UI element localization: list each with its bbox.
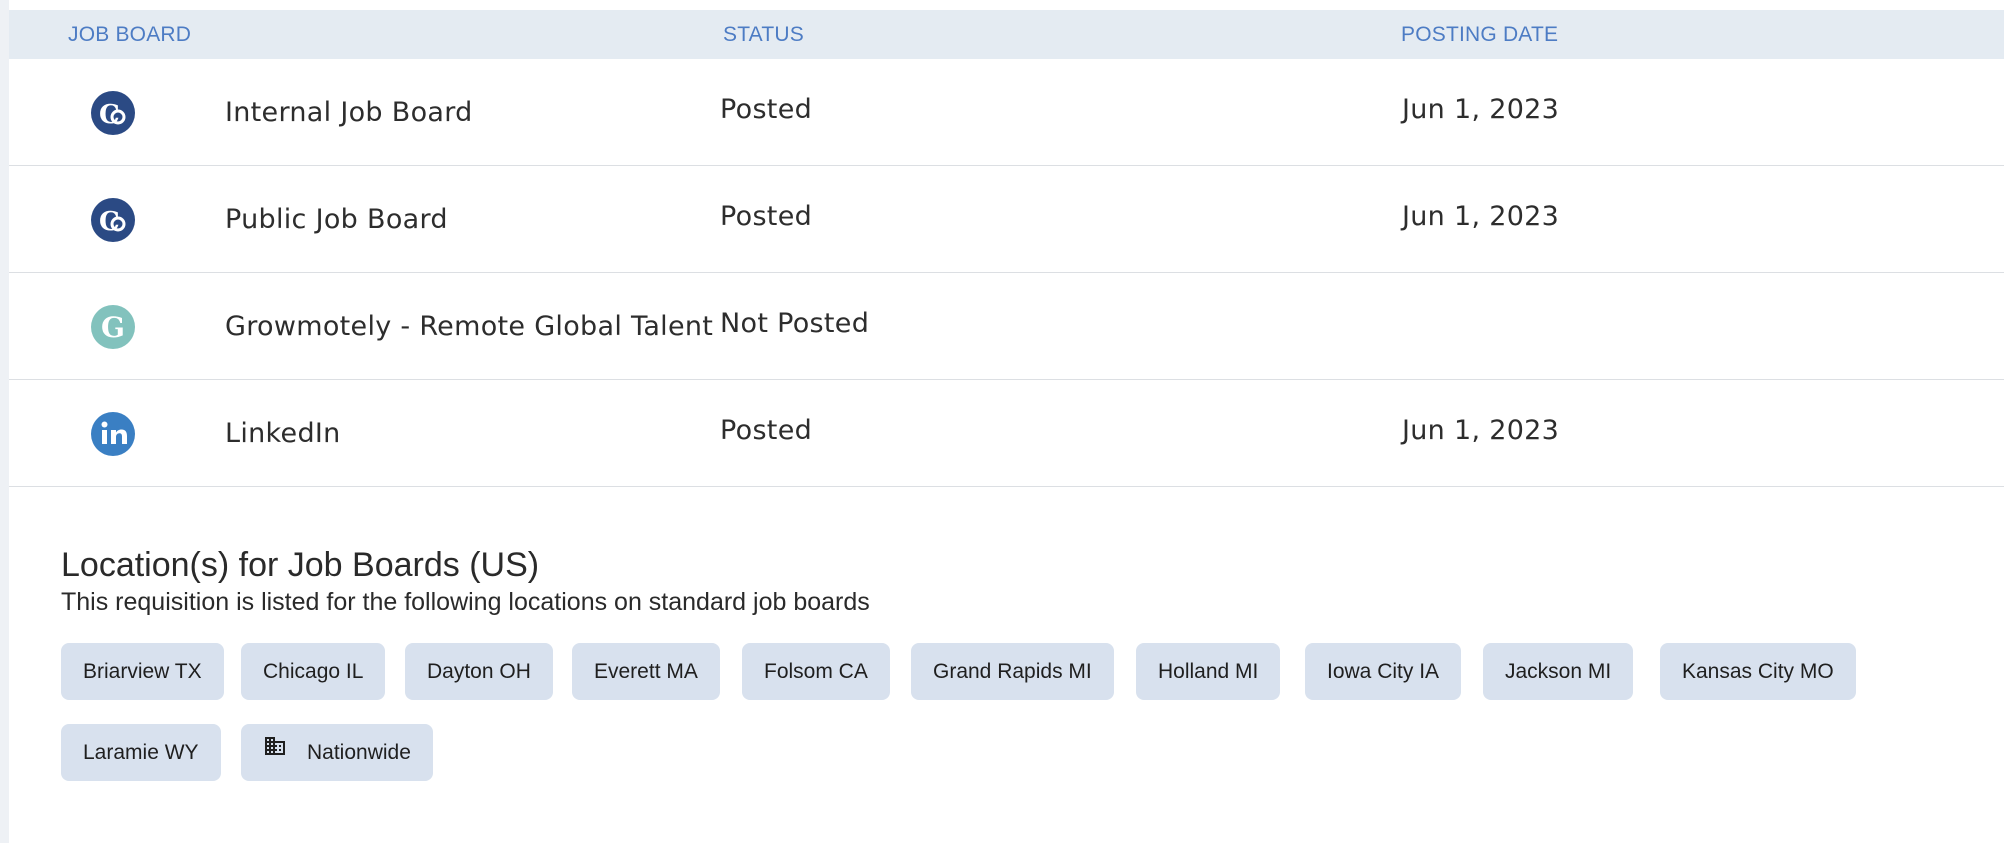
location-chip-nationwide[interactable]: Nationwide [241,724,433,781]
table-header: JOB BOARD STATUS POSTING DATE [9,10,2004,59]
location-chip[interactable]: Chicago IL [241,643,386,700]
job-board-name: LinkedIn [225,418,341,449]
table-row[interactable]: G Growmotely - Remote Global Talent Not … [9,273,2004,380]
posting-date: Jun 1, 2023 [1402,415,1560,446]
location-chip[interactable]: Everett MA [572,643,720,700]
location-chip[interactable]: Laramie WY [61,724,221,781]
location-chip[interactable]: Briarview TX [61,643,224,700]
posting-date: Jun 1, 2023 [1402,94,1560,125]
linkedin-icon [91,412,135,456]
posting-date: Jun 1, 2023 [1402,201,1560,232]
column-header-posting-date[interactable]: POSTING DATE [1401,10,1558,59]
job-boards-panel: JOB BOARD STATUS POSTING DATE C Internal… [0,0,2004,843]
table-row[interactable]: C Public Job Board Posted Jun 1, 2023 [9,166,2004,273]
company-co-icon: C [91,198,135,242]
svg-text:G: G [101,311,125,344]
column-header-job-board[interactable]: JOB BOARD [68,10,191,59]
company-co-icon: C [91,91,135,135]
column-header-status[interactable]: STATUS [723,10,804,59]
location-chip[interactable]: Grand Rapids MI [911,643,1114,700]
posting-status: Not Posted [720,308,870,339]
posting-status: Posted [720,415,813,446]
location-chip[interactable]: Holland MI [1136,643,1281,700]
svg-text:C: C [99,100,120,130]
job-board-name: Growmotely - Remote Global Talent [225,311,714,342]
location-chip[interactable]: Kansas City MO [1660,643,1856,700]
locations-subtitle: This requisition is listed for the follo… [61,588,870,616]
locations-section: Location(s) for Job Boards (US) This req… [61,545,1961,618]
location-chip[interactable]: Iowa City IA [1305,643,1462,700]
location-chip-label: Nationwide [307,741,411,764]
job-board-name: Public Job Board [225,204,448,235]
posting-status: Posted [720,201,813,232]
table-row[interactable]: C Internal Job Board Posted Jun 1, 2023 [9,59,2004,166]
building-icon [263,723,287,780]
table-row[interactable]: LinkedIn Posted Jun 1, 2023 [9,380,2004,487]
growmotely-g-icon: G [91,305,135,349]
posting-status: Posted [720,94,813,125]
location-chip[interactable]: Jackson MI [1483,643,1634,700]
location-chip[interactable]: Dayton OH [405,643,553,700]
left-border-strip [0,0,9,843]
locations-title: Location(s) for Job Boards (US) [61,546,540,584]
svg-text:C: C [99,207,120,237]
job-boards-table: JOB BOARD STATUS POSTING DATE C Internal… [9,10,2004,487]
location-chip[interactable]: Folsom CA [742,643,890,700]
job-board-name: Internal Job Board [225,97,473,128]
